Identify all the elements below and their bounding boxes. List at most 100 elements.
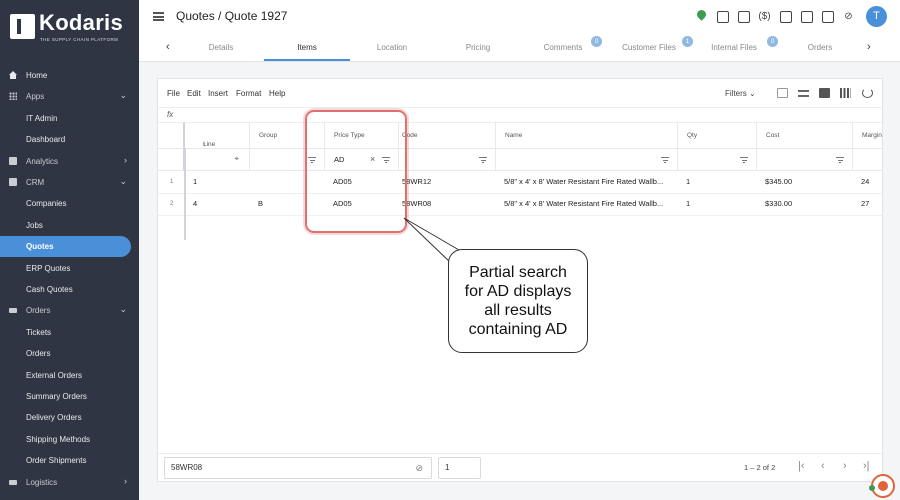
filter-icon[interactable]: [479, 157, 487, 163]
column-header-cost[interactable]: Cost: [757, 122, 853, 148]
sidebar-item-erp-quotes[interactable]: ERP Quotes: [0, 258, 131, 279]
cell-name[interactable]: 5/8" x 4' x 8' Water Resistant Fire Rate…: [496, 193, 678, 215]
tabs-next-icon[interactable]: ›: [867, 41, 871, 53]
prev-page-icon[interactable]: ‹: [821, 460, 825, 472]
sidebar-item-quotes[interactable]: Quotes: [0, 236, 131, 258]
sidebar-item-cash-quotes[interactable]: Cash Quotes: [0, 279, 131, 300]
filter-margin[interactable]: [853, 148, 882, 171]
cell-cost[interactable]: $345.00: [757, 171, 853, 193]
sidebar-item-dashboard[interactable]: Dashboard: [0, 129, 131, 150]
sidebar-item-delivery-orders[interactable]: Delivery Orders: [0, 407, 131, 428]
column-header-name[interactable]: Name: [496, 122, 678, 148]
sidebar-item-summary-orders[interactable]: Summary Orders: [0, 386, 131, 407]
menu-icon[interactable]: [153, 12, 164, 21]
column-header-qty[interactable]: Qty: [678, 122, 757, 148]
sidebar-item-label: Dashboard: [26, 135, 66, 145]
menu-insert[interactable]: Insert: [208, 89, 228, 98]
sidebar-item-it-admin[interactable]: IT Admin: [0, 108, 131, 129]
avatar[interactable]: T: [866, 6, 887, 27]
column-header-code[interactable]: Code: [399, 122, 496, 148]
clear-filter-icon[interactable]: ⌖: [234, 154, 239, 164]
refresh-icon[interactable]: [862, 88, 873, 98]
sidebar-item-logistics[interactable]: Logistics ›: [0, 472, 131, 493]
location-pin-icon[interactable]: [694, 9, 709, 24]
kodaris-logo[interactable]: Kodaris THE SUPPLY CHAIN PLATFORM: [10, 10, 135, 46]
filter-name[interactable]: [496, 148, 678, 171]
sidebar-item-apps[interactable]: Apps ⌄: [0, 86, 131, 107]
copy-icon[interactable]: [799, 9, 814, 24]
add-row-icon[interactable]: [798, 90, 809, 97]
tab-details[interactable]: Details: [178, 38, 264, 61]
filter-qty[interactable]: [678, 148, 757, 171]
next-page-icon[interactable]: ›: [843, 460, 847, 472]
price-icon[interactable]: ($): [757, 9, 772, 24]
cell-qty[interactable]: 1: [678, 171, 757, 193]
tab-location[interactable]: Location: [349, 38, 435, 61]
filter-icon[interactable]: [661, 157, 669, 163]
cell-code[interactable]: 58WR08: [399, 193, 496, 215]
cell-margin[interactable]: 27: [853, 193, 882, 215]
sidebar-item-order-shipments[interactable]: Order Shipments: [0, 450, 131, 471]
sidebar-item-crm[interactable]: CRM ⌄: [0, 172, 131, 193]
tab-comments[interactable]: Comments 0: [520, 36, 606, 61]
menu-format[interactable]: Format: [236, 89, 261, 98]
calendar-icon[interactable]: [736, 9, 751, 24]
menu-edit[interactable]: Edit: [187, 89, 201, 98]
sidebar-item-tickets[interactable]: Tickets: [0, 322, 131, 343]
tab-customer-files[interactable]: Customer Files 1: [606, 36, 693, 61]
filter-cost[interactable]: [757, 148, 853, 171]
home-icon: [9, 71, 17, 79]
form-view-icon[interactable]: [777, 88, 788, 98]
cell-margin[interactable]: 24: [853, 171, 882, 193]
last-page-icon[interactable]: ›|: [863, 460, 870, 472]
filter-line[interactable]: ⌖: [185, 148, 250, 171]
crm-icon: [9, 178, 17, 186]
clear-search-icon[interactable]: ⊘: [415, 458, 423, 478]
cell-line[interactable]: 4: [185, 193, 250, 215]
page-input[interactable]: 1: [438, 457, 481, 479]
document-icon[interactable]: [820, 9, 835, 24]
tab-internal-files[interactable]: Internal Files 0: [691, 36, 778, 61]
cell-qty[interactable]: 1: [678, 193, 757, 215]
sidebar-item-shipping-methods[interactable]: Shipping Methods: [0, 429, 131, 450]
sidebar-item-analytics[interactable]: Analytics ›: [0, 151, 131, 172]
sidebar-item-orders[interactable]: Orders: [0, 343, 131, 364]
sidebar-item-label: Order Shipments: [26, 456, 87, 466]
sidebar-item-external-orders[interactable]: External Orders: [0, 365, 131, 386]
tab-items[interactable]: Items: [264, 38, 350, 61]
top-bar: Quotes / Quote 1927 ($) ⊘ T ‹ Details Ite…: [139, 0, 900, 62]
column-header-line[interactable]: Line ↑: [185, 122, 250, 148]
chevron-right-icon: ›: [124, 475, 127, 486]
comment-icon[interactable]: [819, 88, 830, 98]
filter-code[interactable]: [399, 148, 496, 171]
columns-icon[interactable]: [840, 88, 851, 98]
filter-icon[interactable]: [740, 157, 748, 163]
menu-help[interactable]: Help: [269, 89, 285, 98]
menu-file[interactable]: File: [167, 89, 180, 98]
tab-pricing[interactable]: Pricing: [435, 38, 521, 61]
attachment-icon[interactable]: ⊘: [841, 9, 856, 24]
cell-code[interactable]: 58WR12: [399, 171, 496, 193]
tab-label: Items: [297, 43, 317, 52]
count-badge: 0: [591, 36, 602, 47]
filter-icon[interactable]: [836, 157, 844, 163]
formula-bar[interactable]: fx: [158, 107, 882, 122]
search-input[interactable]: 58WR08 ⊘: [164, 457, 432, 479]
cell-line[interactable]: 1: [185, 171, 250, 193]
sidebar-item-home[interactable]: Home: [0, 65, 131, 86]
tab-orders[interactable]: Orders: [777, 38, 863, 61]
tabs-prev-icon[interactable]: ‹: [166, 41, 170, 53]
cell-name[interactable]: 5/8" x 4' x 8' Water Resistant Fire Rate…: [496, 171, 678, 193]
sidebar-item-label: Orders: [26, 349, 51, 359]
sidebar-item-jobs[interactable]: Jobs: [0, 215, 131, 236]
first-page-icon[interactable]: |‹: [798, 460, 805, 472]
cell-cost[interactable]: $330.00: [757, 193, 853, 215]
column-header-margin[interactable]: Margin: [853, 122, 882, 148]
truck-icon[interactable]: [715, 9, 730, 24]
filters-dropdown[interactable]: Filters ⌄: [725, 89, 756, 98]
sidebar-item-companies[interactable]: Companies: [0, 193, 131, 214]
mail-icon[interactable]: [778, 9, 793, 24]
row-number: 1: [170, 179, 174, 185]
row-divider: [158, 215, 882, 216]
sidebar-item-orders[interactable]: Orders ⌄: [0, 300, 131, 321]
